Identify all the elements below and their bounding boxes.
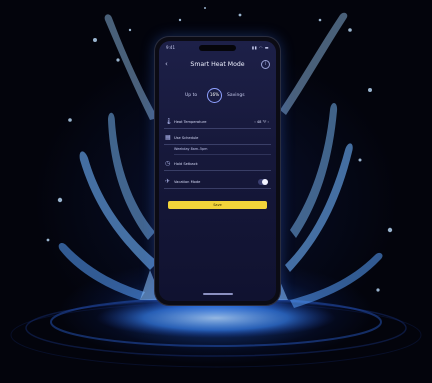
page-title: Smart Heat Mode (190, 61, 245, 68)
calendar-icon: ▦ (165, 134, 171, 141)
setting-label: Heat Temperature (174, 120, 207, 124)
status-bar: 9:41 ▮▮ ◠ ▬ (166, 45, 269, 52)
smartphone: 9:41 ▮▮ ◠ ▬ ‹ Smart Heat Mode i Up to 16… (155, 37, 280, 305)
phone-screen: 9:41 ▮▮ ◠ ▬ ‹ Smart Heat Mode i Up to 16… (159, 41, 276, 301)
setting-label: Use Schedule (174, 136, 199, 140)
setting-row-hold-setback[interactable]: ◷ Hold Setback (164, 159, 271, 171)
schedule-detail: Weekday 8am–5pm (174, 147, 208, 151)
status-time: 9:41 (166, 45, 175, 50)
schedule-detail-row[interactable]: Weekday 8am–5pm (174, 145, 271, 155)
vacation-toggle[interactable] (258, 179, 268, 185)
info-icon[interactable]: i (261, 60, 270, 69)
chevron-left-icon[interactable]: ‹ (165, 60, 168, 68)
savings-suffix: Savings (227, 93, 245, 98)
app-header: ‹ Smart Heat Mode i (159, 59, 276, 71)
savings-indicator: Up to 16% Savings (159, 87, 276, 107)
savings-prefix: Up to (185, 93, 198, 98)
setting-row-schedule[interactable]: ▦ Use Schedule (164, 133, 271, 145)
setting-row-vacation-mode[interactable]: ✈ Vacation Mode (164, 177, 271, 189)
save-button[interactable]: Save (168, 201, 267, 209)
home-indicator (203, 293, 233, 295)
status-icons: ▮▮ ◠ ▬ (251, 45, 269, 50)
temperature-stepper[interactable]: ‹ 48 °F › (254, 120, 269, 124)
setting-label: Hold Setback (174, 162, 198, 166)
airplane-icon: ✈ (165, 178, 171, 185)
thermometer-icon: 🌡 (165, 118, 173, 125)
setting-row-heat-temperature[interactable]: 🌡 Heat Temperature ‹ 48 °F › (164, 117, 271, 129)
clock-icon: ◷ (165, 160, 171, 167)
savings-ring: 16% (207, 88, 222, 103)
setting-label: Vacation Mode (174, 180, 201, 184)
savings-value: 16% (209, 92, 220, 97)
